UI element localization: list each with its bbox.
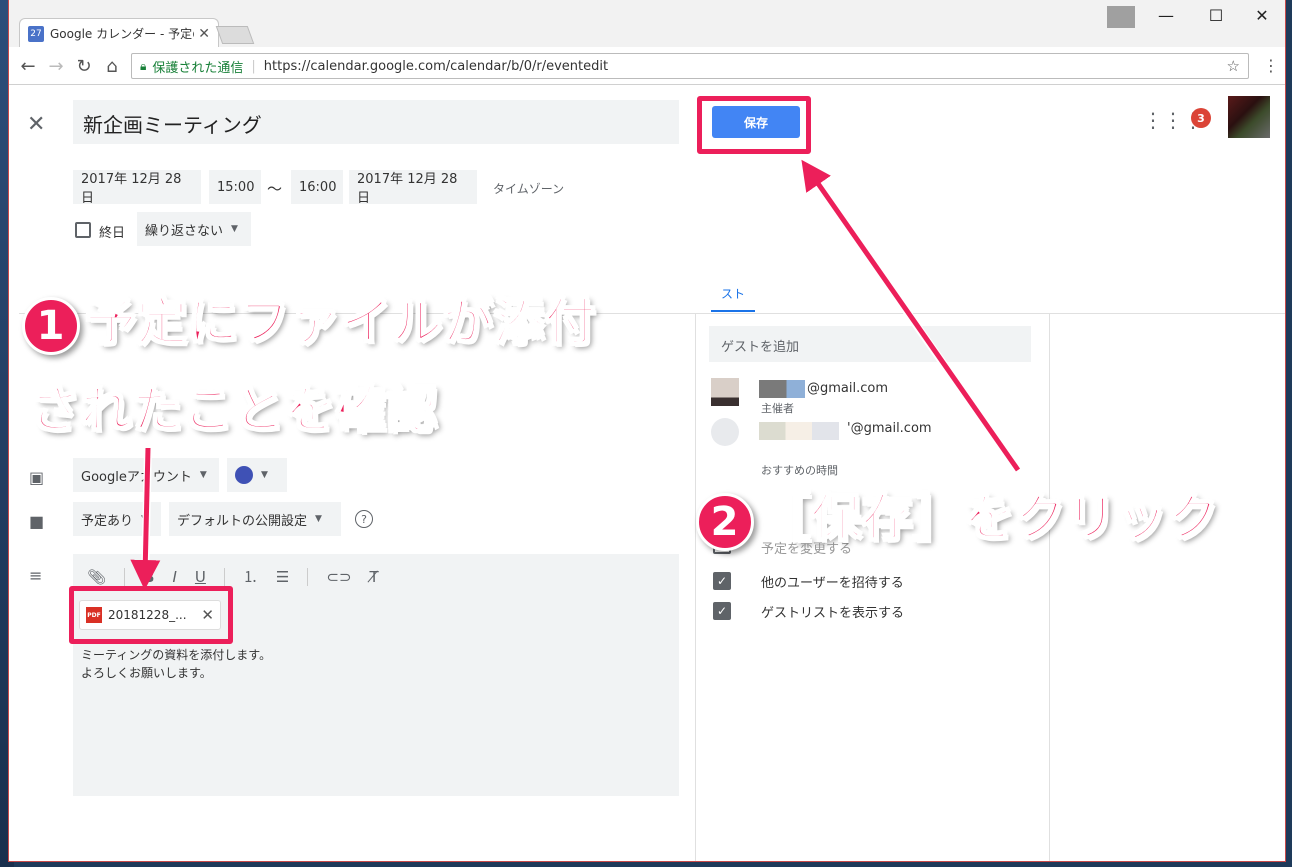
browser-window: 27 Google カレンダー - 予定の ✕ — ☐ ✕ ← → ↻ ⌂ 🔒︎…	[8, 0, 1286, 862]
chevron-down-icon: ▼	[231, 224, 238, 234]
busy-label: 予定あり	[81, 513, 134, 529]
clear-format-icon[interactable]: T̸	[370, 568, 379, 586]
permission-checkbox[interactable]: ✓	[713, 602, 731, 620]
briefcase-icon: ■	[29, 512, 45, 531]
permission-label: 他のユーザーを招待する	[761, 576, 904, 591]
underline-icon[interactable]: U	[195, 568, 206, 586]
tab-title: Google カレンダー - 予定の	[50, 27, 195, 41]
redacted-email	[759, 380, 805, 398]
calendar-favicon-icon: 27	[28, 25, 44, 42]
event-title-input[interactable]: 新企画ミーティング	[73, 100, 679, 144]
back-icon[interactable]: ←	[17, 55, 39, 77]
timezone-link[interactable]: タイムゾーン	[493, 180, 564, 197]
save-button[interactable]: 保存	[712, 106, 800, 138]
profile-thumbnail	[1107, 6, 1135, 28]
repeat-dropdown[interactable]: 繰り返さない ▼	[137, 212, 251, 246]
redacted-email	[759, 422, 839, 440]
reload-icon[interactable]: ↻	[73, 55, 95, 77]
calendar-label: Googleアカウント	[81, 469, 192, 485]
guest-email: '@gmail.com	[847, 421, 932, 436]
description-text: ミーティングの資料を添付します。 よろしくお願いします。	[81, 646, 271, 682]
organizer-label: 主催者	[761, 402, 794, 415]
chevron-down-icon: ▼	[141, 514, 148, 524]
attachment-icon[interactable]: 📎︎	[87, 568, 106, 586]
toolbar-separator	[124, 567, 126, 586]
bulleted-list-icon[interactable]: ☰	[276, 568, 289, 586]
notification-badge[interactable]: 3	[1191, 108, 1211, 128]
home-icon[interactable]: ⌂	[101, 55, 123, 77]
toolbar-separator	[223, 567, 225, 586]
editor-toolbar: 📎︎ B I U ⒈ ☰ ⊂⊃ T̸	[87, 566, 379, 587]
address-bar[interactable]: 🔒︎ 保護された通信 | https://calendar.google.com…	[131, 53, 1249, 79]
new-tab-button[interactable]	[215, 26, 255, 44]
allday-label: 終日	[99, 226, 126, 241]
tab-close-icon[interactable]: ✕	[198, 26, 210, 42]
maximize-button[interactable]: ☐	[1193, 4, 1239, 26]
secure-label: 保護された通信	[152, 60, 244, 76]
lock-icon: 🔒︎	[140, 58, 147, 73]
end-date-field[interactable]: 2017年 12月 28日	[349, 170, 477, 206]
navigation-bar: ← → ↻ ⌂ 🔒︎ 保護された通信 | https://calendar.go…	[9, 47, 1285, 85]
attachment-chip[interactable]: PDF 20181228_... ✕	[79, 600, 221, 630]
repeat-label: 繰り返さない	[145, 223, 224, 239]
pdf-icon: PDF	[86, 607, 102, 623]
chevron-down-icon: ▼	[199, 470, 207, 480]
column-divider-left	[695, 314, 696, 861]
calendar-icon: ▣	[29, 468, 45, 487]
tabs-divider	[19, 313, 1285, 314]
permission-label: 予定を変更する	[761, 542, 853, 557]
busy-dropdown[interactable]: 予定あり ▼	[73, 502, 161, 536]
window-close-button[interactable]: ✕	[1239, 4, 1285, 26]
link-icon[interactable]: ⊂⊃	[326, 568, 351, 586]
description-line: よろしくお願いします。	[81, 666, 212, 680]
suggested-times-label: おすすめの時間	[761, 464, 838, 477]
title-bar: 27 Google カレンダー - 予定の ✕ — ☐ ✕	[9, 0, 1285, 48]
visibility-dropdown[interactable]: デフォルトの公開設定 ▼	[169, 502, 341, 536]
start-time-field[interactable]: 15:00	[209, 170, 261, 204]
allday-checkbox[interactable]	[75, 222, 91, 238]
numbered-list-icon[interactable]: ⒈	[243, 566, 258, 587]
calendar-dropdown[interactable]: Googleアカウント ▼	[73, 458, 219, 492]
end-time-field[interactable]: 16:00	[291, 170, 343, 204]
italic-icon[interactable]: I	[172, 568, 176, 586]
help-icon[interactable]: ?	[355, 510, 373, 528]
attachment-name: 20181228_...	[108, 608, 187, 622]
permission-checkbox[interactable]: ✓	[713, 572, 731, 590]
close-icon[interactable]: ✕	[27, 112, 45, 137]
bookmark-star-icon[interactable]: ☆	[1227, 57, 1240, 75]
url-text: https://calendar.google.com/calendar/b/0…	[263, 58, 609, 74]
permission-checkbox[interactable]	[713, 536, 731, 554]
omnibox-separator: |	[251, 58, 256, 74]
guest-avatar	[711, 378, 739, 406]
guest-avatar	[711, 418, 739, 446]
description-line: ミーティングの資料を添付します。	[81, 648, 272, 662]
remove-attachment-icon[interactable]: ✕	[201, 606, 214, 624]
event-color-swatch	[235, 466, 253, 484]
time-separator: 〜	[267, 180, 283, 198]
browser-tab[interactable]: 27 Google カレンダー - 予定の ✕	[19, 18, 219, 48]
tab-guests[interactable]: スト	[721, 285, 745, 302]
column-divider-right	[1049, 314, 1050, 861]
permission-label: ゲストリストを表示する	[761, 606, 905, 621]
guest-tab-indicator	[711, 310, 755, 312]
start-date-field[interactable]: 2017年 12月 28日	[73, 170, 201, 206]
color-dropdown[interactable]: ▼	[227, 458, 287, 492]
avatar[interactable]	[1228, 96, 1270, 138]
forward-icon[interactable]: →	[45, 55, 67, 77]
add-guest-input[interactable]: ゲストを追加	[709, 326, 1031, 362]
bold-icon[interactable]: B	[143, 568, 154, 586]
guest-email: @gmail.com	[807, 381, 889, 396]
event-edit-page: ✕ 新企画ミーティング 保存 ⋮⋮⋮ 3 2017年 12月 28日 15:00…	[9, 86, 1285, 861]
toolbar-separator	[307, 567, 309, 586]
chevron-down-icon: ▼	[261, 470, 268, 480]
minimize-button[interactable]: —	[1143, 4, 1189, 26]
browser-menu-icon[interactable]: ⋮	[1263, 56, 1279, 75]
chevron-down-icon: ▼	[315, 514, 322, 524]
description-editor[interactable]: 📎︎ B I U ⒈ ☰ ⊂⊃ T̸ PDF 20181228_... ✕ ミー…	[73, 554, 679, 796]
visibility-label: デフォルトの公開設定	[177, 513, 308, 529]
description-icon: ≡	[29, 566, 43, 585]
